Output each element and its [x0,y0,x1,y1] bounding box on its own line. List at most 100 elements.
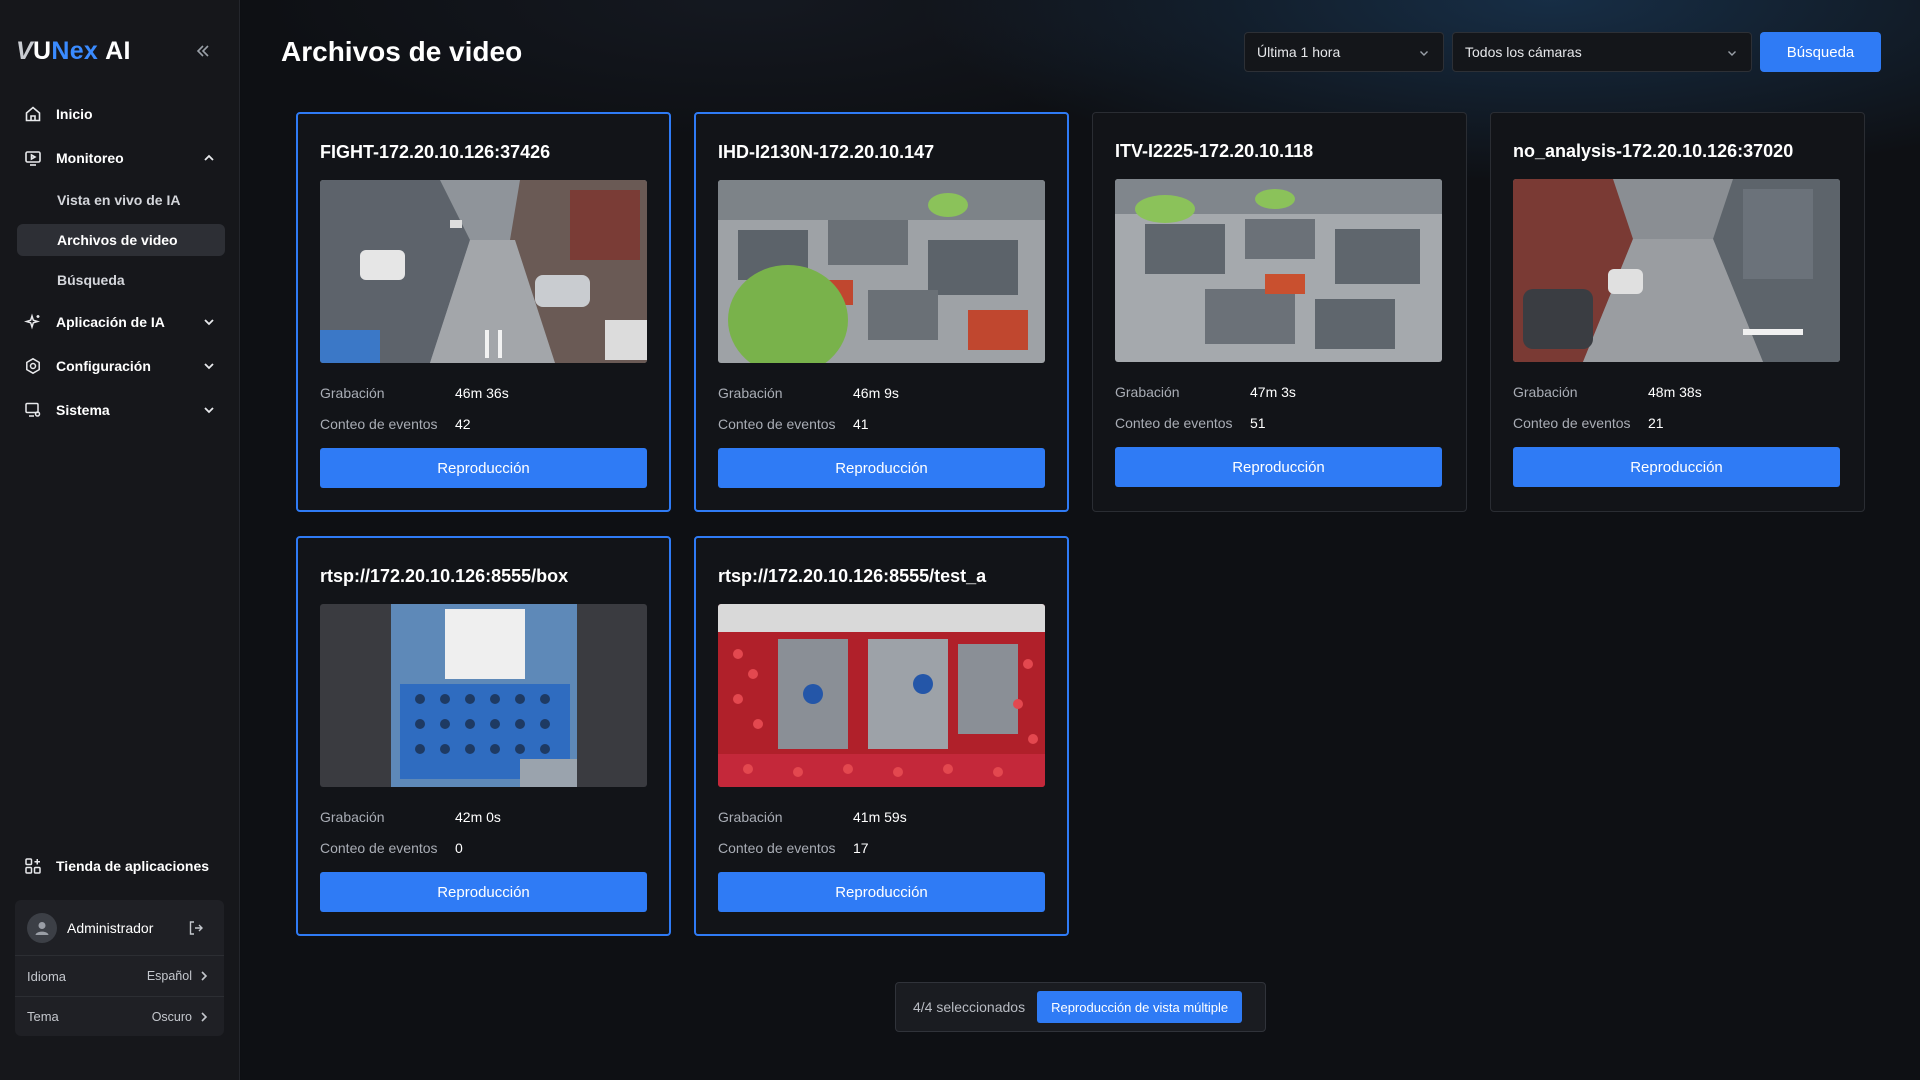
recording-label: Grabación [320,385,385,401]
card-title: rtsp://172.20.10.126:8555/box [320,566,569,586]
video-card[interactable]: ITV-I2225-172.20.10.118 Grabación 47m 3s… [1092,112,1467,512]
recording-value: 46m 9s [853,385,899,401]
play-button[interactable]: Reproducción [718,448,1045,488]
sidebar-item-ai-app[interactable]: Aplicación de IA [16,306,226,338]
logo-u: U [32,36,52,65]
time-range-value: Última 1 hora [1257,44,1341,60]
video-thumbnail[interactable] [718,604,1045,787]
camera-select[interactable]: Todos los cámaras [1452,32,1752,72]
sidebar-item-label: Sistema [56,402,110,418]
play-button[interactable]: Reproducción [1513,447,1840,487]
play-button[interactable]: Reproducción [320,448,647,488]
card-title: rtsp://172.20.10.126:8555/test_a [718,566,987,586]
events-value: 21 [1648,415,1664,431]
collapse-sidebar-button[interactable] [190,38,216,64]
sidebar-subitem-label: Vista en vivo de IA [57,192,181,208]
recording-label: Grabación [718,809,783,825]
system-icon [22,399,44,421]
recording-row: Grabación 42m 0s [320,809,501,825]
events-value: 51 [1250,415,1266,431]
events-label: Conteo de eventos [718,840,836,856]
events-label: Conteo de eventos [320,416,438,432]
recording-label: Grabación [1115,384,1180,400]
play-button[interactable]: Reproducción [718,872,1045,912]
theme-label: Tema [27,1009,59,1024]
events-row: Conteo de eventos 17 [718,840,869,856]
search-button[interactable]: Búsqueda [1760,32,1881,72]
chevron-down-icon [200,401,218,419]
chevron-down-icon [200,313,218,331]
events-row: Conteo de eventos 41 [718,416,869,432]
play-button[interactable]: Reproducción [320,872,647,912]
recording-label: Grabación [1513,384,1578,400]
card-title: ITV-I2225-172.20.10.118 [1115,141,1314,161]
home-icon [22,103,44,125]
card-title: no_analysis-172.20.10.126:37020 [1513,141,1794,161]
sidebar-item-monitoreo[interactable]: Monitoreo [16,142,226,174]
logout-button[interactable] [186,918,206,938]
app-logo[interactable]: V U Nex AI [16,36,131,66]
recording-row: Grabación 46m 9s [718,385,899,401]
recording-row: Grabación 41m 59s [718,809,907,825]
sidebar-item-configuracion[interactable]: Configuración [16,350,226,382]
sidebar-item-inicio[interactable]: Inicio [16,98,226,130]
chevron-down-icon [200,357,218,375]
sidebar-subitem-video-files[interactable]: Archivos de video [17,224,225,256]
events-row: Conteo de eventos 21 [1513,415,1664,431]
chevron-down-icon [1417,46,1431,60]
events-label: Conteo de eventos [718,416,836,432]
theme-value: Oscuro [151,1009,192,1024]
card-title: IHD-I2130N-172.20.10.147 [718,142,935,162]
recording-value: 41m 59s [853,809,907,825]
user-icon [35,921,49,935]
double-chevron-left-icon [196,45,209,57]
events-value: 0 [455,840,463,856]
video-card[interactable]: rtsp://172.20.10.126:8555/box Grabación … [296,536,671,936]
recording-value: 42m 0s [455,809,501,825]
events-value: 17 [853,840,869,856]
language-value: Español [146,969,192,983]
sidebar-item-app-store[interactable]: Tienda de aplicaciones [16,852,226,880]
time-range-select[interactable]: Última 1 hora [1244,32,1444,72]
video-card[interactable]: no_analysis-172.20.10.126:37020 Grabació… [1490,112,1865,512]
events-label: Conteo de eventos [320,840,438,856]
page-title: Archivos de video [281,36,523,67]
recording-row: Grabación 47m 3s [1115,384,1296,400]
sidebar-subitem-live-view[interactable]: Vista en vivo de IA [17,184,225,216]
sidebar-item-label: Configuración [56,358,151,374]
recording-value: 48m 38s [1648,384,1702,400]
chevron-right-icon [198,969,210,983]
sidebar-subitem-search[interactable]: Búsqueda [17,264,225,296]
video-card[interactable]: rtsp://172.20.10.126:8555/test_a Grabaci… [694,536,1069,936]
app-grid-icon [22,855,44,877]
user-row: Administrador [15,900,224,956]
video-thumbnail[interactable] [320,180,647,363]
recording-label: Grabación [718,385,783,401]
logo-ai: AI [105,36,131,65]
events-row: Conteo de eventos 42 [320,416,471,432]
video-thumbnail[interactable] [1115,179,1442,362]
multi-view-play-button[interactable]: Reproducción de vista múltiple [1037,991,1243,1023]
sidebar-item-label: Monitoreo [56,150,124,166]
video-thumbnail[interactable] [320,604,647,787]
events-row: Conteo de eventos 0 [320,840,463,856]
sidebar-item-sistema[interactable]: Sistema [16,394,226,426]
avatar[interactable] [27,912,57,943]
play-button[interactable]: Reproducción [1115,447,1442,487]
card-title: FIGHT-172.20.10.126:37426 [320,142,551,162]
sidebar-item-label: Inicio [56,106,93,122]
gear-icon [22,355,44,377]
video-thumbnail[interactable] [1513,179,1840,362]
logo-nex: Nex [51,36,99,65]
video-card[interactable]: IHD-I2130N-172.20.10.147 Grabación 46m 9… [694,112,1069,512]
language-setting[interactable]: Idioma Español [15,956,224,996]
camera-select-value: Todos los cámaras [1465,44,1582,60]
theme-setting[interactable]: Tema Oscuro [15,996,224,1036]
video-card[interactable]: FIGHT-172.20.10.126:37426 Grabación 46m … [296,112,671,512]
selection-bar: 4/4 seleccionados Reproducción de vista … [895,982,1266,1032]
recording-value: 47m 3s [1250,384,1296,400]
chevron-down-icon [1725,46,1739,60]
recording-row: Grabación 48m 38s [1513,384,1702,400]
video-thumbnail[interactable] [718,180,1045,363]
logo-v: V [16,36,33,65]
